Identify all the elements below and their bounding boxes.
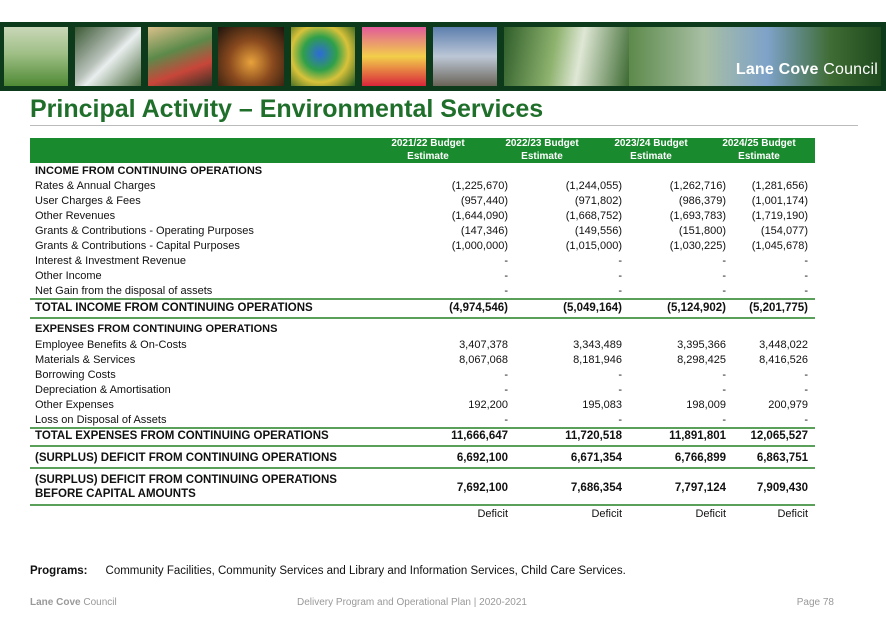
parrot-photo [291, 27, 355, 86]
table-row: Rates & Annual Charges (1,225,670) (1,244,… [35, 180, 808, 192]
column-header: 2024/25 Budget Estimate [722, 138, 796, 162]
building-photo [433, 27, 497, 86]
market-night-photo [218, 27, 284, 86]
council-logo: Lane Cove Council [735, 61, 878, 78]
waterfall-photo [75, 27, 141, 86]
dancer-photo [362, 27, 426, 86]
total-expenses-row: TOTAL EXPENSES FROM CONTINUING OPERATION… [35, 430, 808, 442]
divider-line [30, 298, 815, 300]
section-heading-income: INCOME FROM CONTINUING OPERATIONS [35, 165, 263, 177]
table-row: Interest & Investment Revenue - - - - [35, 255, 808, 267]
divider-line [30, 504, 815, 506]
total-income-row: TOTAL INCOME FROM CONTINUING OPERATIONS(… [35, 302, 808, 314]
table-row: Employee Benefits & On-Costs 3,407,378 3,3… [35, 339, 808, 351]
table-row: Grants & Contributions - Capital Purpose… [35, 240, 808, 252]
table-row: Borrowing Costs - - - - [35, 369, 808, 381]
section-heading-expenses: EXPENSES FROM CONTINUING OPERATIONS [35, 323, 278, 335]
festival-photo [148, 27, 212, 86]
header-banner: Lane Cove Council [0, 22, 886, 91]
title-divider [30, 125, 858, 126]
surplus-deficit-row: (SURPLUS) DEFICIT FROM CONTINUING OPERAT… [35, 452, 808, 464]
result-row: Deficit Deficit Deficit Deficit [477, 508, 808, 520]
programs-note: Programs: Community Facilities, Community… [30, 565, 626, 577]
footer-document-title: Delivery Program and Operational Plan | … [297, 597, 527, 608]
table-header: 2021/22 Budget Estimate 2022/23 Budget Est… [30, 138, 815, 163]
footer-org: Lane Cove Council [30, 597, 117, 608]
divider-line [30, 467, 815, 469]
table-row: Other Income - - - - [35, 270, 808, 282]
page-title: Principal Activity – Environmental Servi… [30, 95, 544, 123]
table-row: Materials & Services 8,067,068 8,181,946 8,… [35, 354, 808, 366]
table-row: Other Revenues (1,644,090) (1,668,752) (1,6… [35, 210, 808, 222]
column-header: 2021/22 Budget Estimate [391, 138, 465, 162]
surplus-deficit-before-capital-row: (SURPLUS) DEFICIT FROM CONTINUING OPERAT… [35, 474, 808, 500]
divider-line [30, 317, 815, 319]
table-row: Grants & Contributions - Operating Purpo… [35, 225, 808, 237]
table-row: Net Gain from the disposal of assets - - - - [35, 285, 808, 297]
park-photo [504, 27, 629, 86]
column-header: 2023/24 Budget Estimate [614, 138, 688, 162]
divider-line [30, 445, 815, 447]
table-row: Depreciation & Amortisation - - - - [35, 384, 808, 396]
table-row: Loss on Disposal of Assets - - - - [35, 414, 808, 426]
page-number: Page 78 [796, 597, 834, 608]
table-row: User Charges & Fees (957,440) (971,802) (98… [35, 195, 808, 207]
column-header: 2022/23 Budget Estimate [505, 138, 579, 162]
table-row: Other Expenses 192,200 195,083 198,009 200,9… [35, 399, 808, 411]
golf-course-photo [4, 27, 68, 86]
